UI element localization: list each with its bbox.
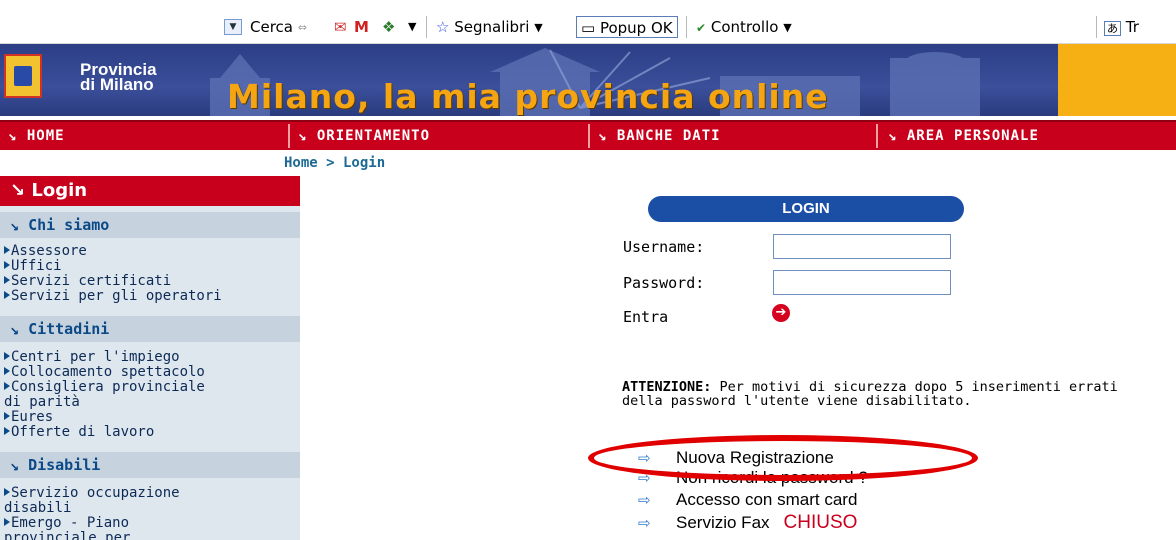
sidebar: ↘ Login ↘ Chi siamo Assessore Uffici Ser…	[0, 176, 300, 540]
main-nav: ↘ HOME ↘ ORIENTAMENTO ↘ BANCHE DATI ↘ AR…	[0, 120, 1176, 150]
list-item[interactable]: Servizi per gli operatori	[4, 289, 222, 304]
popup-label: Popup OK	[599, 19, 673, 37]
nav-separator	[288, 124, 296, 148]
breadcrumb[interactable]: Home > Login	[284, 155, 385, 171]
sidebar-list-chi-siamo: Assessore Uffici Servizi certificati Ser…	[4, 244, 222, 304]
username-label: Username:	[623, 238, 705, 256]
nav-area-personale[interactable]: ↘ AREA PERSONALE	[888, 128, 1039, 144]
list-item[interactable]: Servizio occupazione	[4, 486, 180, 501]
list-item[interactable]: disabili	[4, 501, 180, 516]
nav-separator	[876, 124, 884, 148]
username-input[interactable]	[773, 234, 951, 259]
provincia-logo[interactable]	[4, 54, 42, 98]
sidebar-login-header[interactable]: ↘ Login	[0, 176, 300, 206]
bookmarks-button[interactable]: ☆ Segnalibri ▼	[436, 16, 543, 38]
sidebar-section-cittadini[interactable]: ↘ Cittadini	[0, 316, 300, 342]
list-item[interactable]: Collocamento spettacolo	[4, 365, 205, 380]
password-label: Password:	[623, 274, 705, 292]
arrow-icon: ↘	[10, 180, 26, 201]
security-warning: ATTENZIONE: Per motivi di sicurezza dopo…	[622, 380, 1162, 408]
list-item[interactable]: Consigliera provinciale	[4, 380, 205, 395]
arrow-icon: ↘	[10, 456, 20, 474]
arrow-right-icon: ⇨	[638, 515, 651, 532]
link-label: Accesso con smart card	[676, 490, 858, 509]
link-label: Servizio Fax	[676, 513, 770, 532]
sidebar-section-disabili[interactable]: ↘ Disabili	[0, 452, 300, 478]
spellcheck-button[interactable]: ✔ Controllo ▼	[696, 16, 792, 38]
section-title: Cittadini	[28, 320, 110, 338]
search-dropdown-icon[interactable]: ▼	[224, 19, 242, 35]
site-banner: Provincia di Milano Milano, la mia provi…	[0, 44, 1176, 116]
link-smart-card[interactable]: ⇨ Accesso con smart card	[638, 490, 857, 510]
chevron-down-icon: ▼	[783, 20, 792, 34]
arrow-right-icon: ⇨	[638, 492, 651, 509]
list-item[interactable]: di parità	[4, 395, 205, 410]
translate-icon: あ	[1104, 21, 1121, 36]
nav-banche-dati-label: BANCHE DATI	[616, 128, 721, 144]
list-item[interactable]: Uffici	[4, 259, 222, 274]
bookmarks-label: Segnalibri	[454, 18, 530, 36]
nav-banche-dati[interactable]: ↘ BANCHE DATI	[598, 128, 721, 144]
highlight-oval	[588, 435, 978, 481]
nav-arrow-icon: ↘	[8, 128, 18, 144]
nav-orientamento[interactable]: ↘ ORIENTAMENTO	[298, 128, 430, 144]
arrow-icon: ↘	[10, 320, 20, 338]
closed-badge: CHIUSO	[783, 512, 858, 533]
chevron-down-icon: ▼	[534, 20, 543, 34]
sidebar-section-chi-siamo[interactable]: ↘ Chi siamo	[0, 212, 300, 238]
section-title: Chi siamo	[28, 216, 110, 234]
popup-blocker-button[interactable]: ▭ Popup OK	[576, 16, 678, 38]
login-title: LOGIN	[648, 196, 964, 222]
provincia-name[interactable]: Provincia di Milano	[80, 61, 157, 94]
password-input[interactable]	[773, 270, 951, 295]
banner-slogan: Milano, la mia provincia online	[227, 77, 829, 116]
nav-orientamento-label: ORIENTAMENTO	[316, 128, 431, 144]
banner-accent	[1058, 44, 1176, 116]
nav-arrow-icon: ↘	[598, 128, 608, 144]
search-label: Cerca	[250, 18, 293, 36]
list-item[interactable]: Servizi certificati	[4, 274, 222, 289]
arrow-icon: ↘	[10, 216, 20, 234]
mail-icon[interactable]: ✉	[334, 16, 347, 38]
nav-home-label: HOME	[26, 128, 65, 144]
list-item[interactable]: Offerte di lavoro	[4, 425, 205, 440]
entra-label: Entra	[623, 308, 669, 326]
extension-icon[interactable]: ❖	[382, 16, 395, 38]
list-item[interactable]: Assessore	[4, 244, 222, 259]
submit-arrow-icon[interactable]: ➔	[772, 304, 790, 322]
search-button[interactable]: Cerca ⇔	[250, 16, 307, 38]
divider	[686, 16, 687, 38]
star-icon: ☆	[436, 18, 450, 36]
gmail-icon[interactable]: M	[354, 16, 369, 38]
list-item[interactable]: Emergo - Piano	[4, 516, 180, 531]
popup-icon: ▭	[581, 19, 596, 37]
section-title: Disabili	[28, 456, 101, 474]
nav-arrow-icon: ↘	[298, 128, 308, 144]
spellcheck-icon: ✔	[696, 21, 707, 35]
list-item[interactable]: provinciale per	[4, 531, 180, 540]
list-item[interactable]: Centri per l'impiego	[4, 350, 205, 365]
nav-home[interactable]: ↘ HOME	[8, 128, 65, 144]
nav-area-personale-label: AREA PERSONALE	[906, 128, 1039, 144]
list-item[interactable]: Eures	[4, 410, 205, 425]
translate-label: Tr	[1125, 18, 1139, 36]
browser-toolbar: ▼ Cerca ⇔ ✉ M ❖ ▼ ☆ Segnalibri ▼ ▭ Popup…	[0, 0, 1176, 44]
nav-separator	[588, 124, 596, 148]
divider	[1096, 16, 1097, 38]
nav-arrow-icon: ↘	[888, 128, 898, 144]
divider	[426, 16, 427, 38]
provincia-line2: di Milano	[80, 75, 154, 94]
link-servizio-fax[interactable]: ⇨ Servizio Fax CHIUSO	[638, 512, 857, 534]
translate-button[interactable]: あ Tr	[1104, 16, 1139, 38]
navigate-icon: ⇔	[297, 20, 307, 34]
sidebar-list-disabili: Servizio occupazione disabili Emergo - P…	[4, 486, 180, 540]
sidebar-list-cittadini: Centri per l'impiego Collocamento spetta…	[4, 350, 205, 440]
spellcheck-label: Controllo	[710, 18, 779, 36]
sidebar-login-label: Login	[31, 180, 88, 201]
chevron-down-icon[interactable]: ▼	[408, 16, 416, 38]
